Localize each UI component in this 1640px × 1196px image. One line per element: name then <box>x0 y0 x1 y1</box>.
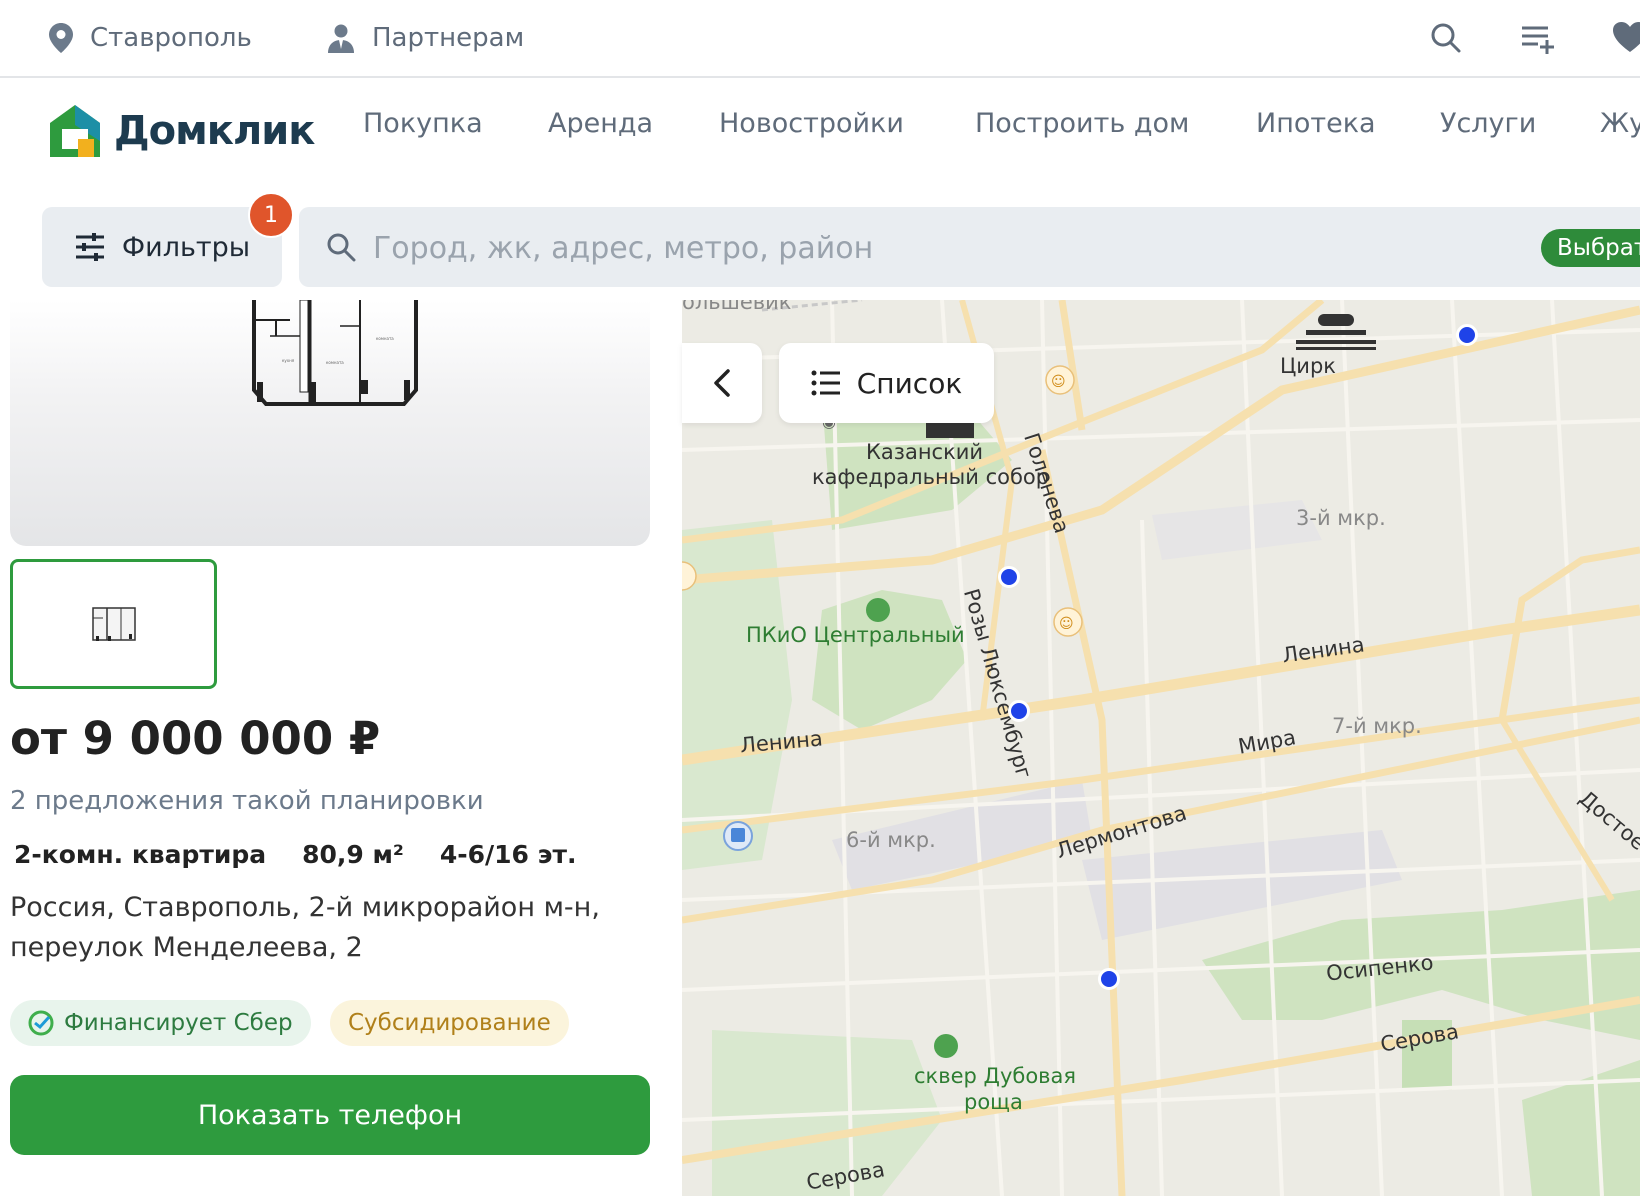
chevron-left-icon <box>714 369 730 397</box>
offers-count-link[interactable]: 2 предложения такой планировки <box>10 786 484 816</box>
map-label-oak-grove-2: роща <box>964 1090 1023 1114</box>
filters-button[interactable]: Фильтры <box>42 207 282 287</box>
filters-label: Фильтры <box>121 231 251 263</box>
floor-spec: 4-6/16 эт. <box>439 840 577 869</box>
filters-count-badge: 1 <box>248 192 294 238</box>
svg-text:☺: ☺ <box>1051 374 1066 390</box>
nav-item-more[interactable]: Жу <box>1600 108 1640 139</box>
list-view-button[interactable]: Список <box>779 343 994 423</box>
partners-link[interactable]: Партнерам <box>326 18 524 58</box>
heart-icon[interactable] <box>1610 18 1640 58</box>
search-input[interactable] <box>371 221 1375 275</box>
map-label-cathedral-2: кафедральный собор <box>812 465 1050 489</box>
svg-text:кухня: кухня <box>282 358 295 363</box>
apartment-specs: 2-комн. квартира 80,9 м² 4-6/16 эт. <box>14 840 604 869</box>
price: от 9 000 000 ₽ <box>10 712 381 765</box>
floor-plan-image: кухня комната комната <box>252 300 418 406</box>
area-spec: 80,9 м² <box>302 840 404 869</box>
list-button-label: Список <box>856 366 963 400</box>
sber-financing-tag: Финансирует Сбер <box>10 1000 311 1046</box>
map-label-6th-district: 6-й мкр. <box>846 828 936 852</box>
floor-plan-photo[interactable]: кухня комната комната <box>10 300 650 546</box>
svg-text:☺: ☺ <box>1059 616 1074 632</box>
listing-marker[interactable] <box>1008 700 1030 722</box>
search-icon[interactable] <box>1426 18 1466 58</box>
floor-plan-thumbnail-icon <box>91 607 136 641</box>
map-label-circus[interactable]: Цирк <box>1280 354 1336 378</box>
house-logo-icon <box>50 105 100 157</box>
city-label: Ставрополь <box>90 23 252 53</box>
nav-item-mortgage[interactable]: Ипотека <box>1256 108 1376 139</box>
nav-item-build-house[interactable]: Построить дом <box>975 108 1189 139</box>
city-selector[interactable]: Ставрополь <box>48 18 252 58</box>
search-icon <box>327 233 356 262</box>
main-navigation: Домклик Покупка Аренда Новостройки Постр… <box>0 78 1640 188</box>
partners-label: Партнерам <box>372 23 525 53</box>
person-icon <box>328 24 354 53</box>
nav-item-buy[interactable]: Покупка <box>363 108 483 139</box>
location-pin-icon <box>49 23 73 53</box>
sber-check-icon <box>28 1010 54 1036</box>
map-label-cathedral[interactable]: Казанский <box>866 440 983 464</box>
map-label-oak-grove[interactable]: сквер Дубовая <box>914 1064 1076 1088</box>
nav-item-new-buildings[interactable]: Новостройки <box>719 108 904 139</box>
nav-item-rent[interactable]: Аренда <box>548 108 653 139</box>
show-phone-button[interactable]: Показать телефон <box>10 1075 650 1155</box>
sber-tag-label: Финансирует Сбер <box>64 1010 293 1036</box>
map-label-3rd-district: 3-й мкр. <box>1296 506 1386 530</box>
map-label-central-park[interactable]: ПКиО Центральный <box>746 623 965 647</box>
listing-marker[interactable] <box>1456 324 1478 346</box>
address: Россия, Ставрополь, 2-й микрорайон м-н, … <box>10 892 600 963</box>
svg-text:комната: комната <box>326 360 344 365</box>
top-utility-bar: Ставрополь Партнерам <box>0 0 1640 78</box>
map-back-button[interactable] <box>682 343 762 423</box>
map-label-bolshevik: ольшевик <box>682 300 792 314</box>
subsidy-tag: Субсидирование <box>330 1000 569 1046</box>
add-list-icon[interactable] <box>1518 18 1558 58</box>
list-icon <box>811 370 840 396</box>
map-tiles: ☺ ☺ ◉ <box>682 300 1640 1196</box>
logo-text: Домклик <box>114 108 315 154</box>
search-bar: Выбрат <box>299 207 1640 287</box>
nav-item-services[interactable]: Услуги <box>1440 108 1536 139</box>
svg-text:комната: комната <box>376 336 394 341</box>
photo-thumbnail[interactable] <box>10 559 217 689</box>
sliders-icon <box>75 233 104 261</box>
listing-card: кухня комната комната от 9 000 000 ₽ 2 пре… <box>0 300 682 1196</box>
listing-marker[interactable] <box>1098 968 1120 990</box>
listing-marker[interactable] <box>998 566 1020 588</box>
map-label-7th-district: 7-й мкр. <box>1332 714 1422 738</box>
select-button[interactable]: Выбрат <box>1541 229 1640 267</box>
rooms-spec: 2-комн. квартира <box>14 840 267 869</box>
domclick-logo[interactable]: Домклик <box>48 103 315 159</box>
map-view[interactable]: ☺ ☺ ◉ ольшевик Цирк Казанский кафедральн… <box>682 300 1640 1196</box>
